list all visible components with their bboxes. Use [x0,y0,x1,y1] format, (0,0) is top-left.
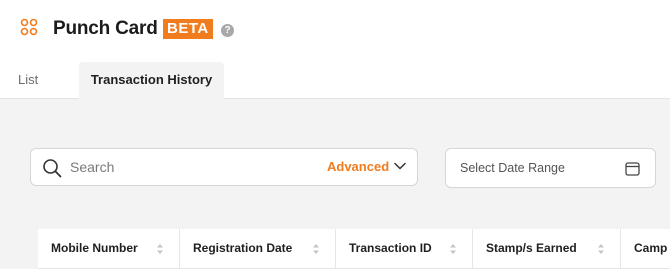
date-range-picker[interactable]: Select Date Range [445,148,656,188]
column-label: Transaction ID [349,241,432,255]
content-area: Advanced Select Date Range Mobile Number… [0,99,670,269]
calendar-icon [625,162,640,176]
sort-icon[interactable] [597,243,605,255]
search-input[interactable] [70,157,310,177]
search-icon [43,159,62,178]
sort-icon[interactable] [156,243,164,255]
beta-badge: BETA [163,19,213,39]
column-label: Registration Date [193,241,293,255]
tab-list[interactable]: List [18,62,64,99]
column-header-registration-date[interactable]: Registration Date [180,229,336,269]
column-label: Camp [634,241,668,255]
sort-icon[interactable] [449,243,457,255]
column-label: Mobile Number [51,241,138,255]
advanced-search-button[interactable]: Advanced [327,159,389,174]
search-bar: Advanced [30,148,418,186]
date-range-placeholder: Select Date Range [460,161,565,175]
question-circle-icon[interactable]: ? [221,24,234,37]
column-header-campaign[interactable]: Camp [621,229,670,269]
page-title: Punch Card [53,18,158,39]
tab-transaction-history[interactable]: Transaction History [79,62,224,99]
punch-card-page: Punch Card BETA ? List Transaction Histo… [0,0,670,269]
column-label: Stamp/s Earned [486,241,577,255]
chevron-down-icon[interactable] [394,162,406,170]
column-header-mobile-number[interactable]: Mobile Number [38,229,180,269]
four-circles-icon [20,18,38,36]
table-header: Mobile Number Registration Date Transact… [38,229,670,269]
column-header-stamps-earned[interactable]: Stamp/s Earned [473,229,621,269]
column-header-transaction-id[interactable]: Transaction ID [336,229,473,269]
sort-icon[interactable] [312,243,320,255]
page-header: Punch Card BETA ? [0,0,670,62]
tab-bar: List Transaction History [0,62,670,99]
